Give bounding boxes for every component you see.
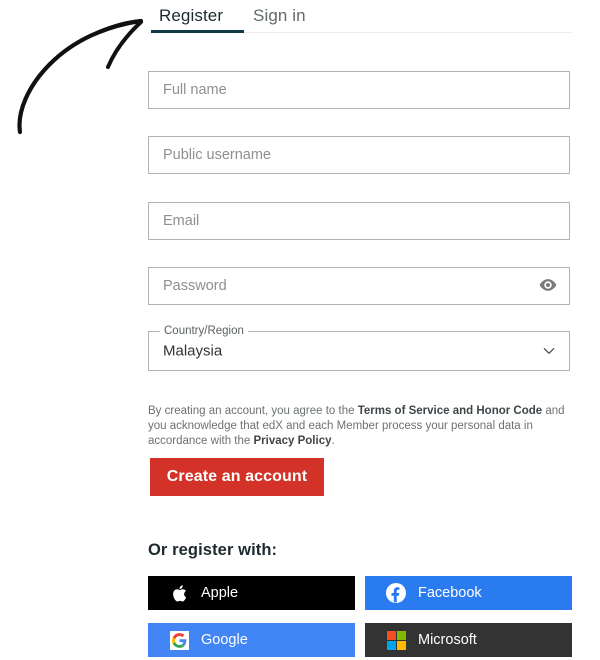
public-username-field[interactable]: Public username xyxy=(148,136,570,174)
facebook-button-label: Facebook xyxy=(418,585,482,601)
register-with-google-button[interactable]: Google xyxy=(148,623,355,657)
create-account-button[interactable]: Create an account xyxy=(150,458,324,496)
register-with-apple-button[interactable]: Apple xyxy=(148,576,355,610)
toggle-password-visibility-button[interactable] xyxy=(537,275,559,297)
google-icon xyxy=(168,630,190,650)
apple-icon xyxy=(168,584,190,603)
google-button-label: Google xyxy=(201,632,248,648)
country-region-label: Country/Region xyxy=(160,324,248,338)
auth-tab-bar: Register Sign in xyxy=(0,0,600,34)
full-name-field[interactable]: Full name xyxy=(148,71,570,109)
active-tab-indicator xyxy=(151,30,244,33)
email-field[interactable]: Email xyxy=(148,202,570,240)
legal-disclaimer: By creating an account, you agree to the… xyxy=(148,404,572,450)
legal-text-part-3: . xyxy=(331,434,335,447)
country-region-value: Malaysia xyxy=(163,342,223,360)
password-field[interactable]: Password xyxy=(148,267,570,305)
tab-signin[interactable]: Sign in xyxy=(253,0,306,32)
public-username-placeholder: Public username xyxy=(163,147,271,163)
register-with-facebook-button[interactable]: Facebook xyxy=(365,576,572,610)
email-placeholder: Email xyxy=(163,213,200,229)
chevron-down-icon xyxy=(541,343,557,359)
country-region-select[interactable]: Country/Region Malaysia xyxy=(148,324,570,371)
register-with-microsoft-button[interactable]: Microsoft xyxy=(365,623,572,657)
facebook-icon xyxy=(385,583,407,603)
eye-icon xyxy=(538,275,558,298)
microsoft-icon xyxy=(385,630,407,650)
full-name-placeholder: Full name xyxy=(163,82,227,98)
terms-of-service-link[interactable]: Terms of Service and Honor Code xyxy=(358,405,542,417)
microsoft-button-label: Microsoft xyxy=(418,632,477,648)
social-section-title: Or register with: xyxy=(148,541,278,559)
apple-button-label: Apple xyxy=(201,585,239,601)
password-placeholder: Password xyxy=(163,278,227,294)
tab-register[interactable]: Register xyxy=(159,0,223,32)
legal-text-part-1: By creating an account, you agree to the xyxy=(148,404,358,417)
privacy-policy-link[interactable]: Privacy Policy xyxy=(253,435,331,447)
